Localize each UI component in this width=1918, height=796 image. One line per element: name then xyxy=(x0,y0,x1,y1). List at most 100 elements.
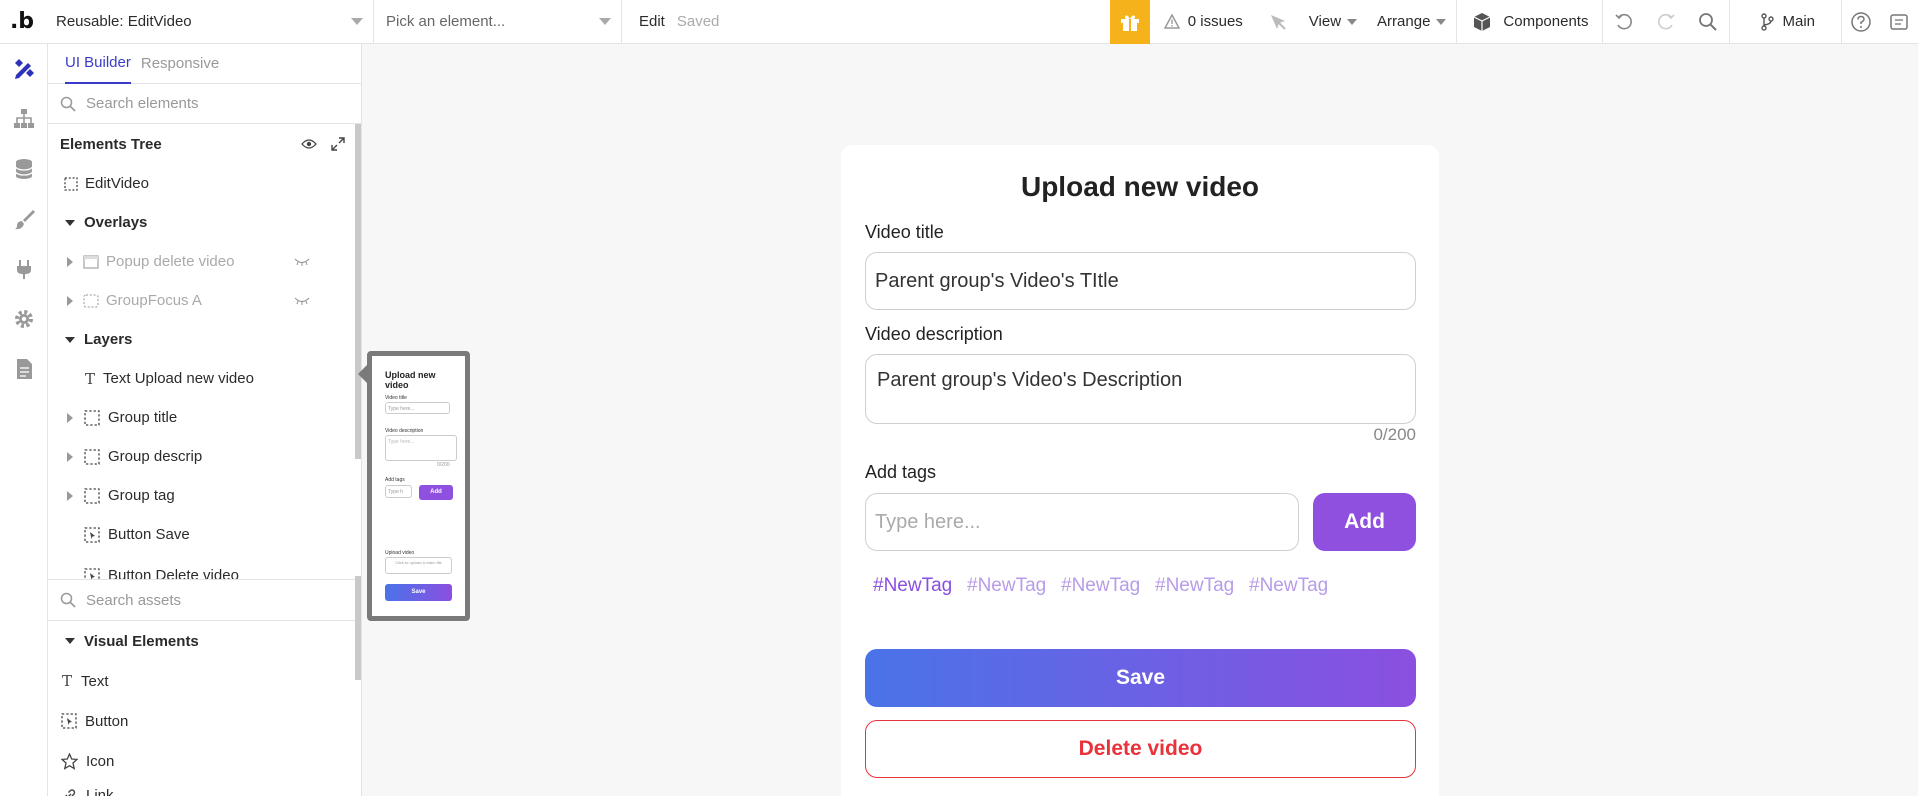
tree-item-label: GroupFocus A xyxy=(106,292,202,309)
eye-icon[interactable] xyxy=(301,137,317,151)
tab-ui-builder[interactable]: UI Builder xyxy=(65,44,131,84)
page-selector[interactable]: Reusable: EditVideo xyxy=(44,0,374,44)
video-title-input[interactable]: Parent group's Video's TItle xyxy=(865,252,1416,310)
document-icon xyxy=(17,359,32,379)
help-button[interactable] xyxy=(1842,0,1880,44)
visual-elements-header[interactable]: Visual Elements xyxy=(48,621,361,661)
tree-item-label: Button Save xyxy=(108,526,190,543)
mini-description-label: Video description xyxy=(385,428,424,434)
arrange-menu-label: Arrange xyxy=(1377,13,1431,30)
tree-item-label: Text Upload new video xyxy=(103,370,254,387)
element-picker[interactable]: Pick an element... xyxy=(374,0,622,44)
tree-scrollbar[interactable] xyxy=(355,124,361,459)
components-button[interactable]: Components xyxy=(1456,0,1604,44)
asset-text[interactable]: T Text xyxy=(48,661,361,701)
chevron-down-icon xyxy=(599,17,611,25)
tag-chip[interactable]: #NewTag xyxy=(967,575,1046,597)
hidden-eye-icon[interactable] xyxy=(294,296,310,306)
assets-scrollbar[interactable] xyxy=(355,576,361,680)
button-element-icon xyxy=(61,713,77,729)
styles-tab[interactable] xyxy=(0,194,48,244)
design-tab[interactable] xyxy=(0,44,48,94)
tree-item-group-tag[interactable]: Group tag xyxy=(48,476,361,515)
branch-selector[interactable]: Main xyxy=(1729,0,1842,44)
search-elements[interactable]: Search elements xyxy=(48,84,361,124)
collapse-caret-icon[interactable] xyxy=(67,295,73,306)
plugins-tab[interactable] xyxy=(0,244,48,294)
logs-tab[interactable] xyxy=(0,344,48,394)
tag-chip[interactable]: #NewTag xyxy=(1249,575,1328,597)
tree-item-layers[interactable]: Layers xyxy=(48,320,361,359)
asset-link[interactable]: Link xyxy=(48,781,361,796)
elements-tree-title: Elements Tree xyxy=(60,135,162,153)
undo-button[interactable] xyxy=(1603,0,1645,44)
collapse-caret-icon[interactable] xyxy=(67,412,73,423)
inspect-button[interactable] xyxy=(1257,0,1299,44)
delete-video-button[interactable]: Delete video xyxy=(865,720,1416,778)
search-assets[interactable]: Search assets xyxy=(48,579,361,621)
tab-responsive[interactable]: Responsive xyxy=(141,44,219,84)
tree-item-label: Popup delete video xyxy=(106,253,235,270)
hidden-eye-icon[interactable] xyxy=(294,257,310,267)
asset-button[interactable]: Button xyxy=(48,701,361,741)
tree-item-group-descrip[interactable]: Group descrip xyxy=(48,437,361,476)
group-icon xyxy=(84,487,100,504)
redo-button[interactable] xyxy=(1645,0,1687,44)
reusable-preview[interactable]: Upload new video Video title Type here..… xyxy=(367,351,470,621)
workflow-tab[interactable] xyxy=(0,94,48,144)
element-picker-placeholder: Pick an element... xyxy=(386,13,506,30)
tree-item-text-upload[interactable]: T Text Upload new video xyxy=(48,359,361,398)
gift-icon xyxy=(1120,15,1139,31)
issues-indicator[interactable]: 0 issues xyxy=(1150,13,1257,30)
tree-item-group-title[interactable]: Group title xyxy=(48,398,361,437)
collapse-caret-icon[interactable] xyxy=(67,256,73,267)
notes-button[interactable] xyxy=(1880,0,1918,44)
star-icon xyxy=(61,752,78,770)
collapse-caret-icon[interactable] xyxy=(67,490,73,501)
video-title-value: Parent group's Video's TItle xyxy=(875,269,1119,292)
group-icon xyxy=(84,448,100,465)
gift-button[interactable] xyxy=(1109,0,1150,44)
video-description-input[interactable]: Parent group's Video's Description xyxy=(865,354,1416,424)
visual-elements-label: Visual Elements xyxy=(84,632,199,650)
panel-tabs: UI Builder Responsive xyxy=(48,44,361,84)
save-button[interactable]: Save xyxy=(865,649,1416,707)
expand-caret-icon[interactable] xyxy=(65,336,75,343)
view-menu-label: View xyxy=(1308,13,1342,30)
components-label: Components xyxy=(1503,13,1589,30)
expand-caret-icon[interactable] xyxy=(65,219,75,226)
collapse-caret-icon[interactable] xyxy=(67,451,73,462)
saved-status: Saved xyxy=(676,13,720,30)
view-menu[interactable]: View xyxy=(1299,13,1367,30)
elements-tree-header: Elements Tree xyxy=(48,124,361,164)
elements-tree: EditVideo Overlays Popup delete video Gr… xyxy=(48,164,361,579)
popup-icon xyxy=(83,254,99,269)
bubble-logo[interactable]: .b xyxy=(0,0,44,44)
tag-chip[interactable]: #NewTag xyxy=(873,575,952,597)
tag-input[interactable]: Type here... xyxy=(865,493,1299,551)
settings-tab[interactable] xyxy=(0,294,48,344)
tree-item-button-delete[interactable]: Button Delete video xyxy=(48,554,361,579)
tag-chip[interactable]: #NewTag xyxy=(1061,575,1140,597)
expand-caret-icon[interactable] xyxy=(65,638,75,644)
data-tab[interactable] xyxy=(0,144,48,194)
tree-item-overlays[interactable]: Overlays xyxy=(48,203,361,242)
tree-item-groupfocus[interactable]: GroupFocus A xyxy=(48,281,361,320)
tree-item-button-save[interactable]: Button Save xyxy=(48,515,361,554)
edit-mode-label[interactable]: Edit xyxy=(622,13,677,30)
asset-icon[interactable]: Icon xyxy=(48,741,361,781)
expand-icon[interactable] xyxy=(331,137,345,151)
search-button[interactable] xyxy=(1687,0,1729,44)
arrange-menu[interactable]: Arrange xyxy=(1367,13,1456,30)
cube-icon xyxy=(1474,12,1491,31)
pencil-ruler-icon xyxy=(15,59,34,79)
group-icon xyxy=(64,176,78,191)
tree-item-label: Group title xyxy=(108,409,178,426)
add-tag-button[interactable]: Add xyxy=(1313,493,1416,551)
edit-video-card[interactable]: Upload new video Video title Parent grou… xyxy=(841,145,1439,796)
video-description-label: Video description xyxy=(865,324,1003,344)
tree-item-editvideo[interactable]: EditVideo xyxy=(48,164,361,203)
mini-description-field: Type here... xyxy=(385,435,457,461)
tree-item-popup-delete-video[interactable]: Popup delete video xyxy=(48,242,361,281)
tag-chip[interactable]: #NewTag xyxy=(1155,575,1234,597)
